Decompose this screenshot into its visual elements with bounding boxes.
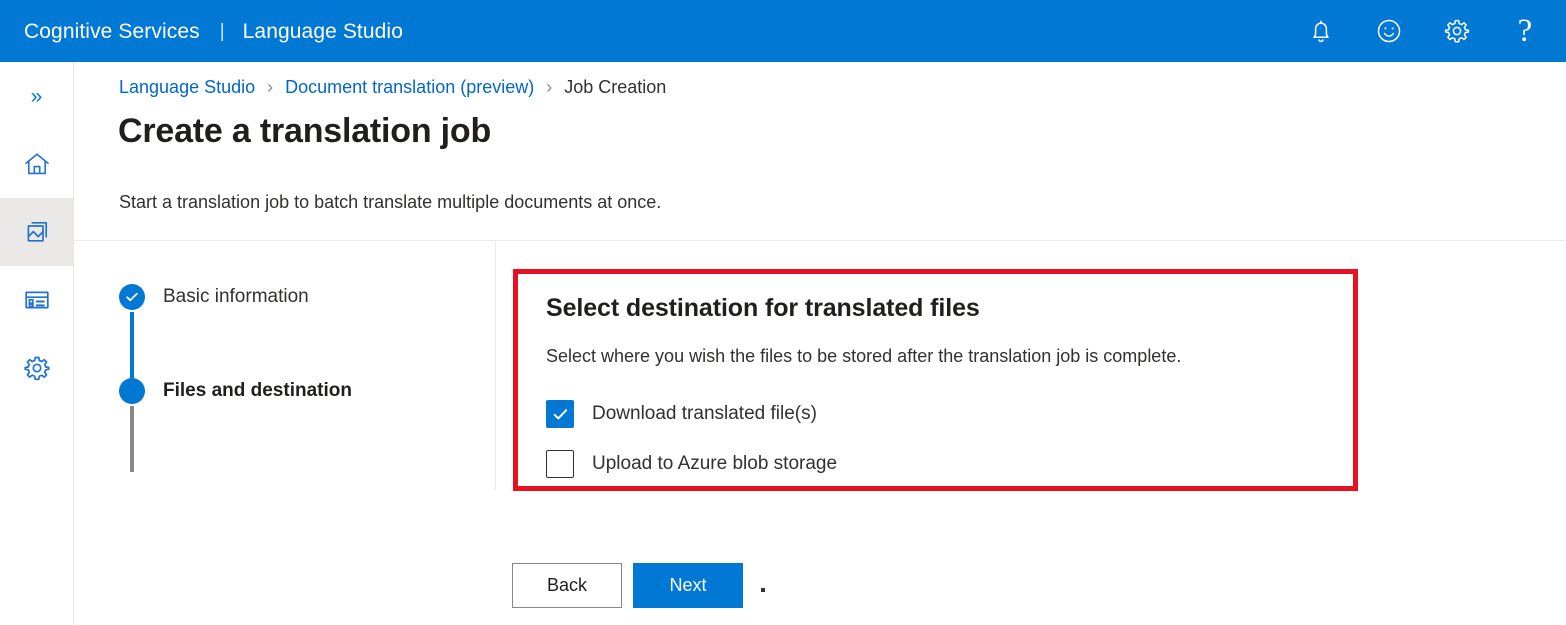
wizard-step-files-and-destination[interactable]: Files and destination (119, 378, 459, 406)
sidebar-rail: » (0, 62, 74, 625)
wizard-steps: Basic information Files and destination (119, 284, 459, 472)
document-translate-icon (22, 217, 52, 247)
breadcrumb-separator-icon: › (546, 77, 552, 98)
wizard-connector-completed (130, 312, 134, 378)
sidebar-item-home[interactable] (0, 130, 73, 198)
trailing-dot-marker (761, 588, 765, 592)
header-actions: ? (1276, 0, 1566, 62)
wizard-step-basic-information[interactable]: Basic information (119, 284, 459, 312)
wizard-step-label: Files and destination (163, 378, 352, 404)
sidebar-item-expand-nav[interactable]: » (0, 62, 73, 130)
notifications-icon[interactable] (1298, 8, 1344, 54)
breadcrumb: Language Studio › Document translation (… (119, 77, 666, 98)
wizard-step-label: Basic information (163, 284, 309, 310)
app-header: Cognitive Services | Language Studio (0, 0, 1566, 62)
settings-gear-icon[interactable] (1434, 8, 1480, 54)
next-button[interactable]: Next (633, 563, 743, 608)
page-title: Create a translation job (118, 112, 491, 151)
brand-secondary-label: Language Studio (243, 21, 403, 42)
home-icon (22, 149, 52, 179)
brand-primary-label: Cognitive Services (24, 21, 200, 42)
sidebar-item-job-list[interactable] (0, 266, 73, 334)
header-divider (74, 240, 1566, 241)
gear-icon (22, 353, 52, 383)
destination-card: Select destination for translated files … (518, 274, 1353, 482)
chevron-double-right-icon: » (31, 86, 43, 107)
help-question-icon[interactable]: ? (1502, 8, 1548, 54)
destination-card-title: Select destination for translated files (546, 294, 1327, 323)
list-details-icon (22, 285, 52, 315)
breadcrumb-item-job-creation: Job Creation (564, 77, 666, 98)
breadcrumb-separator-icon: › (267, 77, 273, 98)
wizard-divider (495, 240, 496, 490)
breadcrumb-item-document-translation[interactable]: Document translation (preview) (285, 77, 534, 98)
brand[interactable]: Cognitive Services | Language Studio (24, 0, 403, 62)
checkbox-row-download-translated-files[interactable]: Download translated file(s) (546, 396, 1327, 432)
checkbox-checked-icon[interactable] (546, 400, 574, 428)
feedback-smiley-icon[interactable] (1366, 8, 1412, 54)
step-complete-check-icon (119, 284, 145, 310)
help-question-glyph: ? (1518, 15, 1533, 48)
step-current-dot-icon (119, 378, 145, 404)
main-content: Language Studio › Document translation (… (74, 62, 1566, 625)
sidebar-item-document-translation[interactable] (0, 198, 73, 266)
breadcrumb-item-language-studio[interactable]: Language Studio (119, 77, 255, 98)
destination-options: Download translated file(s) Upload to Az… (546, 396, 1327, 482)
checkbox-unchecked-icon[interactable] (546, 450, 574, 478)
sidebar-item-settings[interactable] (0, 334, 73, 402)
wizard-footer-actions: Back Next (512, 563, 765, 608)
brand-separator: | (220, 22, 225, 41)
wizard-connector-pending (130, 406, 134, 472)
checkbox-row-upload-to-azure-blob-storage[interactable]: Upload to Azure blob storage (546, 446, 1327, 482)
checkbox-label: Upload to Azure blob storage (592, 453, 837, 475)
checkbox-label: Download translated file(s) (592, 403, 817, 425)
page-subtitle: Start a translation job to batch transla… (119, 192, 661, 213)
back-button[interactable]: Back (512, 563, 622, 608)
destination-card-description: Select where you wish the files to be st… (546, 346, 1327, 367)
destination-card-highlight: Select destination for translated files … (513, 269, 1358, 491)
